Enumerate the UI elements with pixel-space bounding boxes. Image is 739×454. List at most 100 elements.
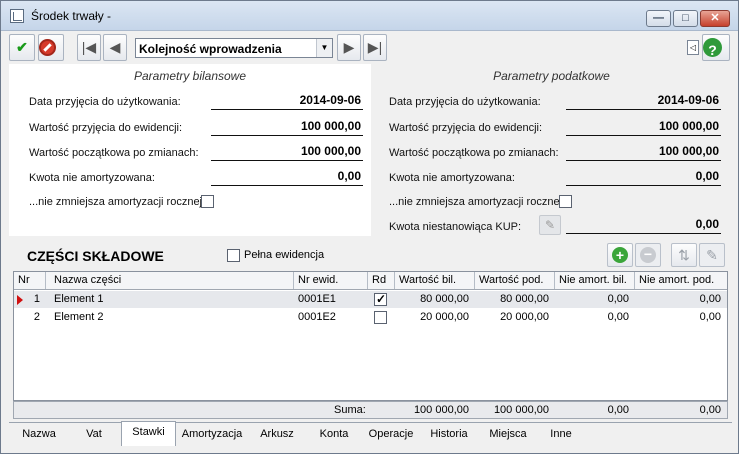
no-reduce-label: ...nie zmniejsza amortyzacji rocznej	[29, 196, 203, 208]
tab-operacje[interactable]: Operacje	[363, 424, 419, 445]
sum-wbil: 100 000,00	[413, 404, 469, 416]
row-nabil: 0,00	[607, 311, 629, 323]
balance-parameters-panel: Parametry bilansowe Data przyjęcia do uż…	[9, 64, 371, 236]
next-icon: ▶	[343, 39, 355, 55]
sum-napod: 0,00	[699, 404, 721, 416]
cancel-button[interactable]	[38, 34, 64, 61]
pencil-icon[interactable]: ✎	[539, 215, 561, 235]
row-nr: 2	[33, 311, 40, 323]
row-nabil: 0,00	[607, 293, 629, 305]
tab-inne[interactable]: Inne	[539, 424, 583, 445]
row-napod: 0,00	[699, 293, 721, 305]
table-row[interactable]: 2 Element 2 0001E2 20 000,00 20 000,00 0…	[14, 309, 727, 326]
row-rd-checkbox[interactable]	[374, 311, 387, 324]
tax-parameters-panel: Parametry podatkowe Data przyjęcia do uż…	[371, 64, 732, 236]
date-label: Data przyjęcia do użytkowania:	[389, 96, 541, 108]
order-select[interactable]: Kolejność wprowadzenia ▼	[135, 38, 333, 58]
previous-icon: ◀	[109, 39, 121, 55]
no-reduce-label: ...nie zmniejsza amortyzacji rocznej	[389, 196, 563, 208]
acquisition-value-field[interactable]: 100 000,00	[211, 118, 363, 136]
non-amortized-field[interactable]: 0,00	[566, 168, 721, 186]
parts-title: CZĘŚCI SKŁADOWE	[27, 248, 164, 264]
title-bar: Środek trwały - — □ ✕	[1, 1, 738, 31]
sum-nabil: 0,00	[607, 404, 629, 416]
grid-header: Nr Nazwa części Nr ewid. Rd Wartość bil.…	[14, 272, 727, 290]
previous-record-button[interactable]: ◀	[103, 34, 127, 61]
row-rd-checkbox[interactable]	[374, 292, 387, 306]
col-nr[interactable]: Nr	[14, 272, 46, 289]
cancel-icon	[39, 39, 56, 56]
edit-icon: ✎	[706, 247, 718, 263]
add-part-button[interactable]: +	[607, 243, 633, 267]
app-icon	[10, 9, 24, 23]
close-button[interactable]: ✕	[700, 10, 730, 27]
row-napod: 0,00	[699, 311, 721, 323]
help-button[interactable]: ?	[702, 34, 730, 61]
section-title: Parametry podatkowe	[493, 69, 610, 83]
order-select-value: Kolejność wprowadzenia	[139, 42, 282, 56]
help-icon: ?	[703, 38, 722, 58]
fixed-asset-window: Środek trwały - — □ ✕ ✔ |◀ ◀ Kolejność w…	[0, 0, 739, 454]
tab-stawki[interactable]: Stawki	[121, 421, 176, 446]
col-rd[interactable]: Rd	[368, 272, 395, 289]
row-wbil: 20 000,00	[420, 311, 469, 323]
kup-field[interactable]: 0,00	[566, 216, 721, 234]
table-row[interactable]: 1 Element 1 0001E1 80 000,00 80 000,00 0…	[14, 291, 727, 308]
row-ewid: 0001E2	[298, 311, 336, 323]
minimize-button[interactable]: —	[646, 10, 671, 27]
edit-button[interactable]: ✎	[699, 243, 725, 267]
tab-arkusz[interactable]: Arkusz	[249, 424, 305, 445]
transfer-button[interactable]: ⇅	[671, 243, 697, 267]
no-reduce-checkbox[interactable]	[201, 195, 214, 208]
initial-value-field[interactable]: 100 000,00	[211, 143, 363, 161]
no-reduce-checkbox[interactable]	[559, 195, 572, 208]
kup-label: Kwota niestanowiąca KUP:	[389, 221, 522, 233]
acquisition-value-label: Wartość przyjęcia do ewidencji:	[29, 122, 183, 134]
section-title: Parametry bilansowe	[133, 69, 247, 83]
window-title: Środek trwały -	[31, 9, 112, 23]
tab-amortyzacja[interactable]: Amortyzacja	[177, 424, 247, 445]
collapse-icon[interactable]: ◁	[687, 40, 699, 55]
transfer-icon: ⇅	[678, 247, 690, 263]
maximize-button[interactable]: □	[673, 10, 698, 27]
col-nabil[interactable]: Nie amort. bil.	[555, 272, 635, 289]
row-name: Element 2	[54, 311, 104, 323]
acquisition-value-field[interactable]: 100 000,00	[566, 118, 721, 136]
remove-part-button[interactable]: −	[635, 243, 661, 267]
save-button[interactable]: ✔	[9, 34, 35, 61]
row-wpod: 20 000,00	[500, 311, 549, 323]
first-record-button[interactable]: |◀	[77, 34, 101, 61]
col-wpod[interactable]: Wartość pod.	[475, 272, 555, 289]
close-icon: ✕	[710, 12, 720, 24]
parts-grid: Nr Nazwa części Nr ewid. Rd Wartość bil.…	[13, 271, 728, 401]
full-records-checkbox[interactable]	[227, 249, 240, 262]
last-icon: ▶|	[367, 39, 383, 55]
date-field[interactable]: 2014-09-06	[566, 92, 721, 110]
first-icon: |◀	[81, 39, 97, 55]
tab-nazwa[interactable]: Nazwa	[13, 424, 65, 445]
checkmark-icon: ✔	[16, 39, 28, 55]
next-record-button[interactable]: ▶	[337, 34, 361, 61]
col-wbil[interactable]: Wartość bil.	[395, 272, 475, 289]
tab-historia[interactable]: Historia	[421, 424, 477, 445]
row-ewid: 0001E1	[298, 293, 336, 305]
row-name: Element 1	[54, 293, 104, 305]
col-name[interactable]: Nazwa części	[50, 272, 294, 289]
tab-vat[interactable]: Vat	[67, 424, 121, 445]
tab-miejsca[interactable]: Miejsca	[479, 424, 537, 445]
initial-value-field[interactable]: 100 000,00	[566, 143, 721, 161]
tab-konta[interactable]: Konta	[307, 424, 361, 445]
last-record-button[interactable]: ▶|	[363, 34, 387, 61]
non-amortized-field[interactable]: 0,00	[211, 168, 363, 186]
sum-wpod: 100 000,00	[493, 404, 549, 416]
initial-value-label: Wartość początkowa po zmianach:	[29, 147, 199, 159]
date-field[interactable]: 2014-09-06	[211, 92, 363, 110]
row-wbil: 80 000,00	[420, 293, 469, 305]
col-ewid[interactable]: Nr ewid.	[294, 272, 368, 289]
chevron-down-icon[interactable]: ▼	[316, 39, 332, 57]
row-nr: 1	[33, 293, 40, 305]
date-label: Data przyjęcia do użytkowania:	[29, 96, 181, 108]
row-wpod: 80 000,00	[500, 293, 549, 305]
col-napod[interactable]: Nie amort. pod.	[635, 272, 727, 289]
initial-value-label: Wartość początkowa po zmianach:	[389, 147, 559, 159]
